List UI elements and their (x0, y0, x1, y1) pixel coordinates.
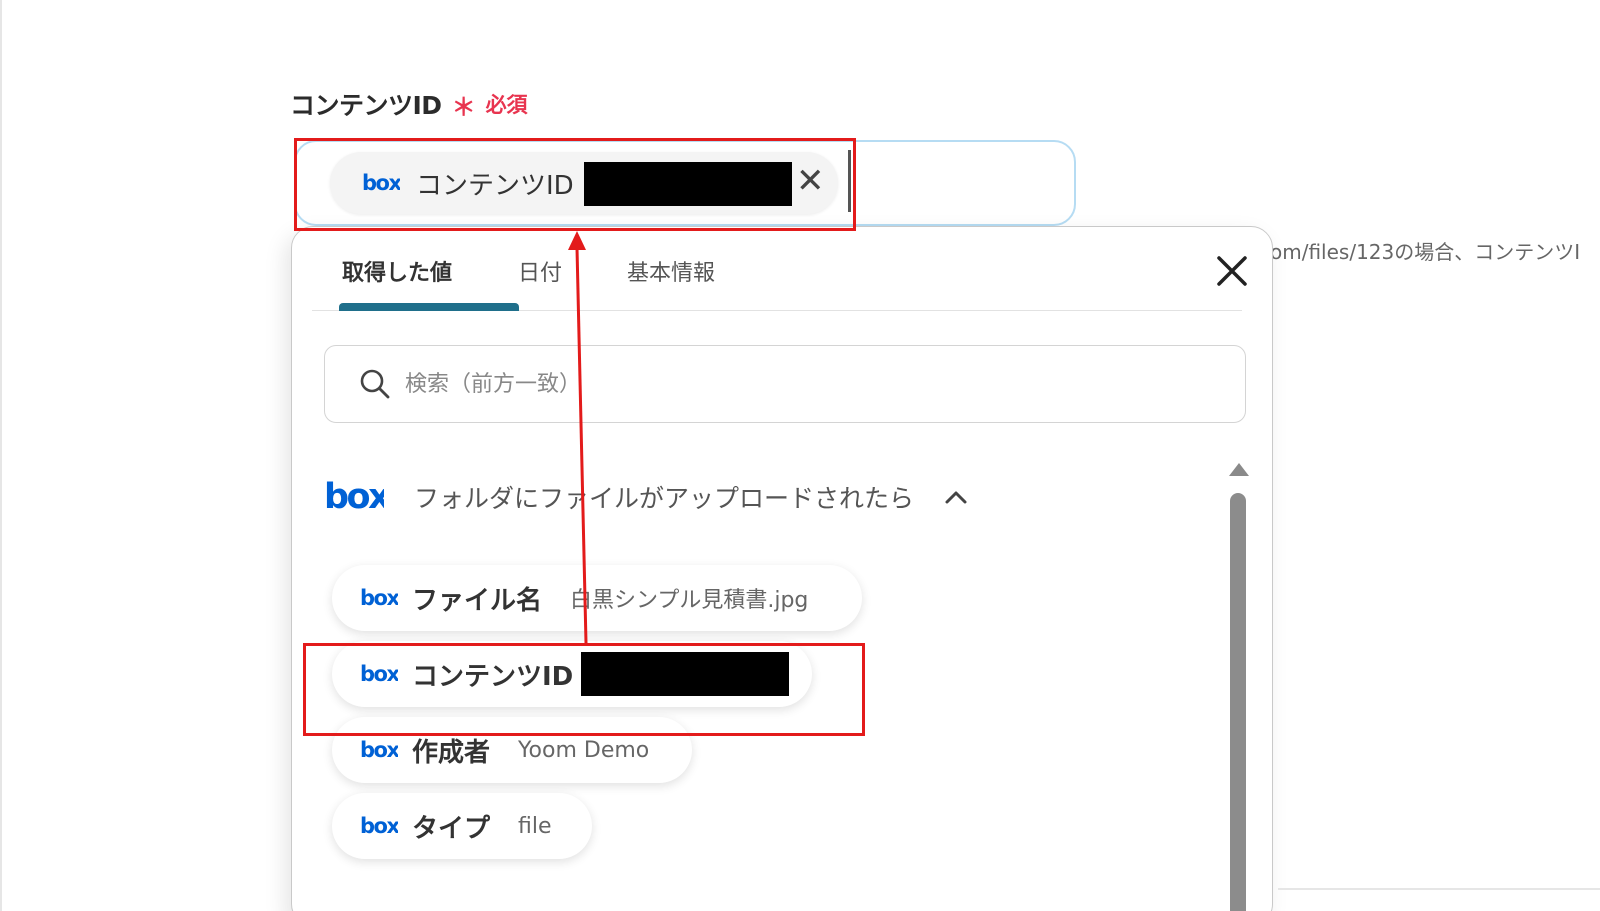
highlight-box-content-id (303, 643, 865, 736)
scrollbar-thumb[interactable] (1230, 493, 1246, 911)
tab-bar: 取得した値 日付 基本情報 (312, 227, 1242, 311)
tab-basic-info[interactable]: 基本情報 (627, 255, 715, 287)
highlight-box-input (294, 138, 856, 231)
value-chip-name: タイプ (412, 813, 491, 844)
svg-text:box: box (360, 587, 398, 609)
tab-retrieved-values[interactable]: 取得した値 (342, 255, 452, 287)
required-label: 必須 (485, 93, 528, 117)
svg-text:box: box (360, 739, 398, 761)
box-logo-icon: box (324, 479, 384, 515)
tab-indicator (339, 303, 519, 311)
svg-text:box: box (360, 815, 398, 837)
field-hint: om/files/123の場合、コンテンツI (1270, 240, 1581, 264)
field-label-text: コンテンツID (290, 91, 442, 120)
search-icon (360, 369, 390, 399)
value-chip-type[interactable]: box タイプ file (332, 793, 592, 859)
box-logo-icon: box (360, 815, 398, 837)
value-chip-name: 作成者 (412, 737, 491, 768)
bottom-divider (1278, 888, 1600, 890)
search-input[interactable] (405, 371, 1105, 397)
value-picker-popover: 取得した値 日付 基本情報 box フォルダにファイルがアップロードされたら (291, 226, 1273, 911)
close-icon[interactable] (1212, 251, 1252, 291)
value-chip-value: 白黒シンプル見積書.jpg (570, 588, 809, 613)
value-chip-file-name[interactable]: box ファイル名 白黒シンプル見積書.jpg (332, 565, 862, 631)
svg-text:box: box (324, 479, 384, 515)
value-chip-value: file (518, 813, 552, 839)
chevron-up-icon[interactable] (944, 489, 968, 505)
value-chip-value: Yoom Demo (518, 737, 650, 763)
required-asterisk: ＊ (451, 92, 476, 121)
section-header[interactable]: box フォルダにファイルがアップロードされたら (324, 479, 968, 515)
left-divider (0, 0, 2, 911)
box-logo-icon: box (360, 587, 398, 609)
section-title: フォルダにファイルがアップロードされたら (414, 484, 915, 513)
value-chip-name: ファイル名 (412, 585, 543, 616)
scroll-up-arrow[interactable] (1229, 463, 1249, 476)
search-field[interactable] (324, 345, 1246, 423)
tab-date[interactable]: 日付 (518, 255, 562, 287)
field-label: コンテンツID ＊ 必須 (290, 86, 528, 122)
box-logo-icon: box (360, 739, 398, 761)
page: コンテンツID ＊ 必須 box コンテンツID ✕ om/files/123の… (0, 0, 1600, 911)
